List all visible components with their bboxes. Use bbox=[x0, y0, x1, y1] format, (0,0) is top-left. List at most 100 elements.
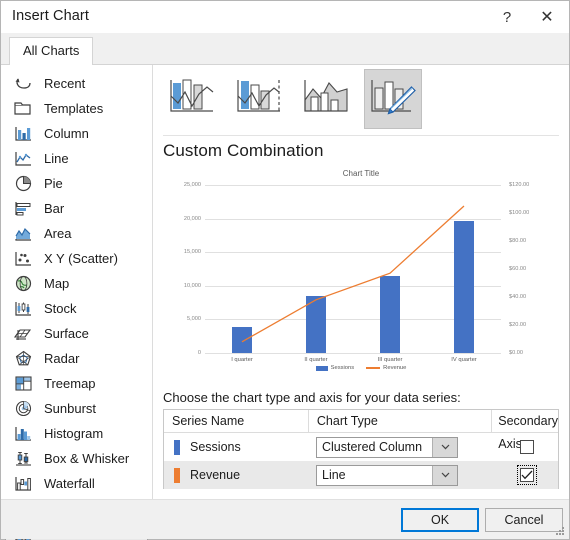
sidebar-item-line[interactable]: Line bbox=[5, 146, 148, 171]
chart-type-cell: Clustered Column bbox=[310, 436, 496, 458]
chart-type-value: Line bbox=[322, 468, 346, 482]
combo-thumbnail-gallery[interactable] bbox=[163, 69, 561, 131]
sidebar-item-label: Area bbox=[44, 226, 72, 241]
sidebar-item-box-whisker[interactable]: Box & Whisker bbox=[5, 446, 148, 471]
sidebar-item-label: Bar bbox=[44, 201, 65, 216]
sidebar-item-label: Templates bbox=[44, 101, 104, 116]
series-table: Series Name Chart Type Secondary Axis Se… bbox=[163, 409, 559, 489]
templates-icon bbox=[12, 99, 34, 118]
chart-type-cell: Line bbox=[310, 464, 496, 486]
sidebar-item-column[interactable]: Column bbox=[5, 121, 148, 146]
box-whisker-icon bbox=[12, 449, 34, 468]
sidebar-item-templates[interactable]: Templates bbox=[5, 96, 148, 121]
series-color-swatch bbox=[174, 467, 180, 483]
thumbnail-clustered-column-line-on-secondary-axis[interactable] bbox=[230, 69, 288, 129]
sidebar-item-waterfall[interactable]: Waterfall bbox=[5, 471, 148, 496]
chart-title: Chart Title bbox=[342, 169, 380, 178]
sidebar-item-label: Waterfall bbox=[44, 476, 95, 491]
sidebar-item-label: Column bbox=[44, 126, 89, 141]
secondary-axis-checkbox[interactable] bbox=[517, 465, 537, 485]
series-name-label: Sessions bbox=[190, 440, 241, 454]
secondary-axis-checkbox[interactable] bbox=[520, 440, 534, 454]
sidebar-item-surface[interactable]: Surface bbox=[5, 321, 148, 346]
surface-icon bbox=[12, 324, 34, 343]
sidebar-item-sunburst[interactable]: Sunburst bbox=[5, 396, 148, 421]
secondary-y-axis-tick-label: $80.00 bbox=[509, 238, 527, 244]
series-name-label: Revenue bbox=[190, 468, 241, 482]
instruction-label: Choose the chart type and axis for your … bbox=[163, 390, 461, 405]
histogram-icon bbox=[12, 424, 34, 443]
column-icon bbox=[12, 124, 34, 143]
sidebar-item-map[interactable]: Map bbox=[5, 271, 148, 296]
chart-gridline bbox=[205, 353, 501, 354]
chart-type-dropdown[interactable]: Clustered Column bbox=[316, 436, 458, 458]
sidebar-item-label: X Y (Scatter) bbox=[44, 251, 118, 266]
sunburst-icon bbox=[12, 399, 34, 418]
chart-type-value: Clustered Column bbox=[322, 440, 423, 454]
dialog-body: Recent Templates Column Line Pie Bar Area X Y (… bbox=[1, 65, 569, 540]
secondary-axis-cell bbox=[496, 465, 558, 485]
x-axis-tick-label: III quarter bbox=[377, 357, 403, 363]
sidebar-item-treemap[interactable]: Treemap bbox=[5, 371, 148, 396]
chart-legend: Sessions Revenue bbox=[163, 365, 559, 371]
waterfall-icon bbox=[12, 474, 34, 493]
map-icon bbox=[12, 274, 34, 293]
dialog-title: Insert Chart bbox=[12, 8, 89, 24]
resize-grip-icon[interactable] bbox=[554, 525, 566, 537]
secondary-y-axis-tick-label: $100.00 bbox=[509, 210, 530, 216]
thumbnail-custom-combination[interactable] bbox=[364, 69, 422, 129]
sidebar-item-radar[interactable]: Radar bbox=[5, 346, 148, 371]
area-icon bbox=[12, 224, 34, 243]
cancel-button[interactable]: Cancel bbox=[485, 508, 563, 532]
tab-all-charts[interactable]: All Charts bbox=[9, 37, 94, 65]
x-axis-tick-label: II quarter bbox=[304, 357, 328, 363]
y-axis-tick-label: 15,000 bbox=[183, 249, 201, 256]
bar-icon bbox=[12, 199, 34, 218]
sidebar-item-pie[interactable]: Pie bbox=[5, 171, 148, 196]
column-header-series-name: Series Name bbox=[172, 414, 245, 428]
chart-category-sidebar[interactable]: Recent Templates Column Line Pie Bar Area X Y (… bbox=[1, 65, 153, 540]
sidebar-item-label: Sunburst bbox=[44, 401, 97, 416]
divider bbox=[163, 135, 559, 136]
chevron-down-icon[interactable] bbox=[432, 437, 457, 457]
y-axis-tick-label: 5,000 bbox=[187, 316, 201, 323]
title-bar: Insert Chart ? ✕ bbox=[1, 1, 569, 33]
chart-preview: Chart Title 0 5,000 10,000 15,000 20,000 25,0… bbox=[163, 169, 559, 391]
table-row[interactable]: Revenue Line bbox=[164, 461, 558, 489]
scatter-icon bbox=[12, 249, 34, 268]
secondary-y-axis-tick-label: $60.00 bbox=[509, 266, 527, 272]
chevron-down-icon[interactable] bbox=[432, 465, 457, 485]
series-color-swatch bbox=[174, 439, 180, 455]
radar-icon bbox=[12, 349, 34, 368]
thumbnail-stacked-area-clustered-column[interactable] bbox=[297, 69, 355, 129]
series-name-cell: Sessions bbox=[164, 439, 310, 455]
y-axis-tick-label: 10,000 bbox=[183, 282, 201, 289]
ok-button[interactable]: OK bbox=[401, 508, 479, 532]
sidebar-item-recent[interactable]: Recent bbox=[5, 71, 148, 96]
legend-item: Revenue bbox=[366, 365, 406, 371]
sidebar-item-histogram[interactable]: Histogram bbox=[5, 421, 148, 446]
legend-label: Revenue bbox=[383, 365, 407, 371]
close-icon[interactable]: ✕ bbox=[527, 1, 567, 33]
dialog-footer: OK Cancel bbox=[1, 499, 569, 539]
sidebar-item-x-y-scatter[interactable]: X Y (Scatter) bbox=[5, 246, 148, 271]
secondary-axis-cell bbox=[496, 440, 558, 454]
series-name-cell: Revenue bbox=[164, 467, 310, 483]
sidebar-item-label: Map bbox=[44, 276, 70, 291]
sidebar-item-bar[interactable]: Bar bbox=[5, 196, 148, 221]
sidebar-item-label: Box & Whisker bbox=[44, 451, 130, 466]
secondary-y-axis-tick-label: $120.00 bbox=[509, 182, 530, 188]
sidebar-item-label: Line bbox=[44, 151, 69, 166]
sidebar-item-area[interactable]: Area bbox=[5, 221, 148, 246]
sidebar-item-label: Recent bbox=[44, 76, 86, 91]
x-axis-tick-label: IV quarter bbox=[451, 357, 477, 363]
secondary-y-axis-tick-label: $0.00 bbox=[509, 350, 523, 356]
sidebar-item-label: Treemap bbox=[44, 376, 96, 391]
chart-type-dropdown[interactable]: Line bbox=[316, 464, 458, 486]
secondary-y-axis-tick-label: $40.00 bbox=[509, 294, 527, 300]
thumbnail-clustered-column-line[interactable] bbox=[163, 69, 221, 129]
help-icon[interactable]: ? bbox=[487, 1, 527, 33]
sidebar-item-stock[interactable]: Stock bbox=[5, 296, 148, 321]
x-axis-tick-label: I quarter bbox=[231, 357, 253, 363]
recent-icon bbox=[12, 74, 34, 93]
